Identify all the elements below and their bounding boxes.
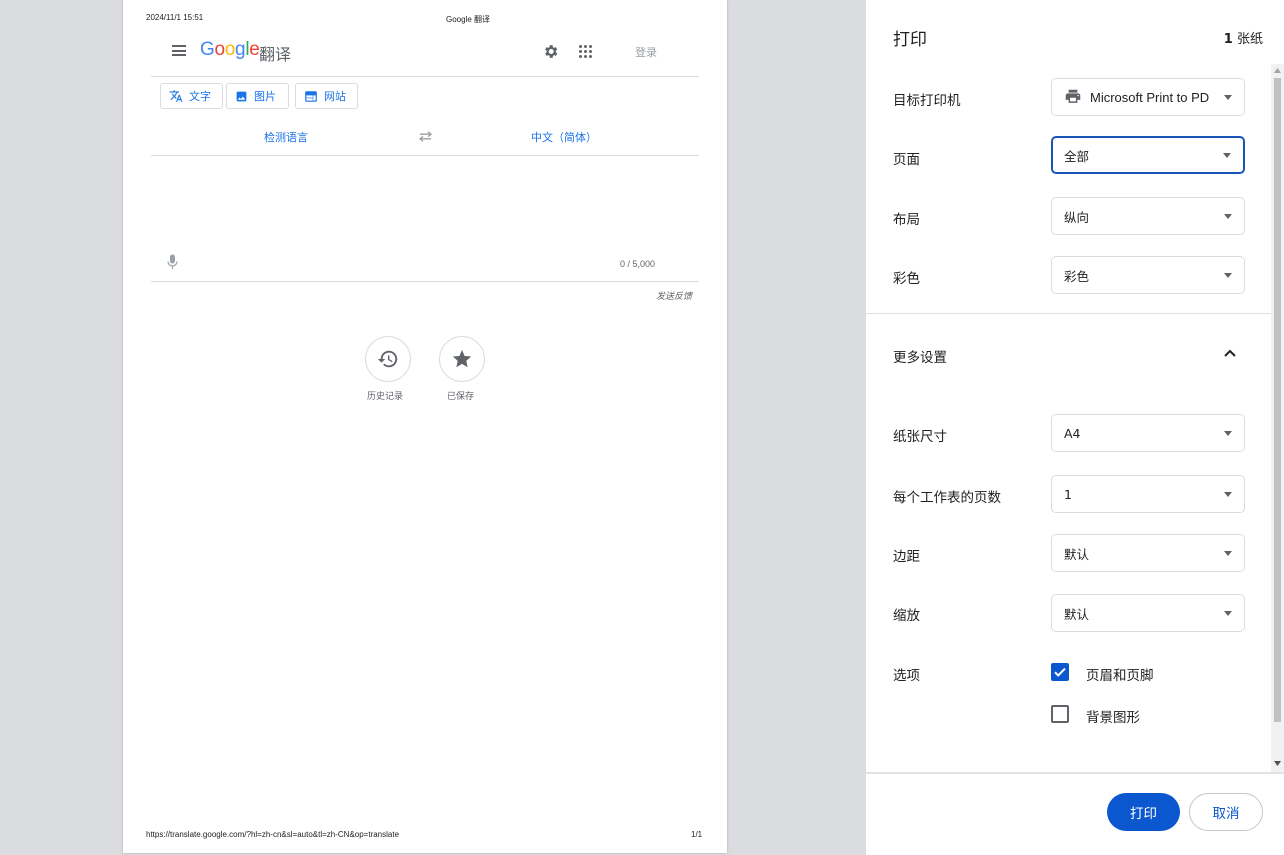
layout-select[interactable]: 纵向	[1051, 197, 1245, 235]
cancel-button[interactable]: 取消	[1189, 793, 1263, 831]
pages-per-sheet-select[interactable]: 1	[1051, 475, 1245, 513]
send-feedback-link: 发送反馈	[656, 291, 693, 301]
history-label: 历史记录	[367, 391, 404, 401]
header-divider	[151, 76, 699, 77]
saved-button	[439, 336, 485, 382]
menu-icon	[172, 45, 186, 56]
chevron-down-icon	[1223, 153, 1231, 158]
section-divider	[866, 313, 1271, 314]
lang-divider	[151, 155, 699, 156]
page-header-date: 2024/11/1 15:51	[146, 13, 204, 22]
app-title: 翻译	[259, 45, 292, 64]
print-button[interactable]: 打印	[1107, 793, 1180, 831]
chip-text: 文字	[160, 83, 223, 109]
chevron-down-icon	[1224, 431, 1232, 436]
panel-scrollbar[interactable]	[1271, 64, 1284, 772]
input-divider	[151, 281, 699, 282]
chevron-down-icon	[1224, 214, 1232, 219]
scroll-up-icon[interactable]	[1274, 68, 1281, 73]
scrollbar-thumb[interactable]	[1274, 78, 1281, 722]
chevron-down-icon	[1224, 492, 1232, 497]
gear-icon	[545, 45, 558, 58]
print-preview-area: 2024/11/1 15:51 Google 翻译 Google 翻译 登录 文…	[0, 0, 866, 855]
headers-footers-checkbox[interactable]	[1051, 663, 1069, 681]
star-icon	[452, 349, 472, 368]
layout-label: 布局	[893, 212, 920, 228]
apps-grid-icon	[579, 45, 592, 58]
chevron-down-icon	[1224, 611, 1232, 616]
page-header-title: Google 翻译	[446, 15, 491, 24]
print-title: 打印	[893, 30, 927, 50]
destination-label: 目标打印机	[893, 93, 961, 109]
background-graphics-label: 背景图形	[1086, 710, 1140, 726]
page-footer-number: 1/1	[691, 830, 703, 839]
print-settings-panel: 打印 1 张纸 目标打印机 Microsoft Print to PD 页面 全…	[866, 0, 1284, 855]
color-select[interactable]: 彩色	[1051, 256, 1245, 294]
history-icon	[377, 350, 398, 368]
scale-label: 缩放	[893, 608, 920, 624]
scale-select[interactable]: 默认	[1051, 594, 1245, 632]
swap-languages-icon	[418, 131, 433, 142]
checkmark-icon	[1054, 667, 1066, 677]
options-label: 选项	[893, 668, 920, 684]
source-language: 检测语言	[264, 132, 308, 144]
microphone-icon	[167, 254, 178, 269]
headers-footers-label: 页眉和页脚	[1086, 668, 1154, 684]
margins-label: 边距	[893, 549, 920, 565]
pages-select[interactable]: 全部	[1051, 136, 1245, 174]
chevron-up-icon	[1224, 349, 1236, 357]
chip-image: 图片	[226, 83, 289, 109]
chevron-down-icon	[1224, 95, 1232, 100]
google-logo: Google	[200, 39, 260, 60]
paper-size-select[interactable]: A4	[1051, 414, 1245, 452]
sign-in-link: 登录	[635, 46, 657, 59]
background-graphics-checkbox[interactable]	[1051, 705, 1069, 723]
pages-label: 页面	[893, 152, 920, 168]
image-icon	[236, 91, 247, 101]
margins-select[interactable]: 默认	[1051, 534, 1245, 572]
translate-icon	[169, 90, 183, 102]
history-button	[365, 336, 411, 382]
paper-size-label: 纸张尺寸	[893, 429, 947, 445]
pages-per-sheet-label: 每个工作表的页数	[893, 490, 1001, 506]
page-footer-url: https://translate.google.com/?hl=zh-cn&s…	[146, 830, 400, 839]
printer-icon	[1065, 89, 1081, 103]
footer-divider	[866, 772, 1284, 774]
preview-page: 2024/11/1 15:51 Google 翻译 Google 翻译 登录 文…	[123, 0, 727, 853]
saved-label: 已保存	[447, 391, 475, 401]
char-count: 0 / 5,000	[620, 259, 656, 269]
sheet-count: 1 张纸	[1223, 32, 1263, 47]
chevron-down-icon	[1224, 551, 1232, 556]
chip-website: 网站	[295, 83, 358, 109]
website-icon	[305, 90, 317, 102]
target-language: 中文（简体）	[531, 132, 597, 144]
chevron-down-icon	[1224, 273, 1232, 278]
color-label: 彩色	[893, 271, 920, 287]
more-settings-toggle[interactable]: 更多设置	[866, 334, 1271, 374]
destination-select[interactable]: Microsoft Print to PD	[1051, 78, 1245, 116]
scroll-down-icon[interactable]	[1274, 761, 1281, 766]
